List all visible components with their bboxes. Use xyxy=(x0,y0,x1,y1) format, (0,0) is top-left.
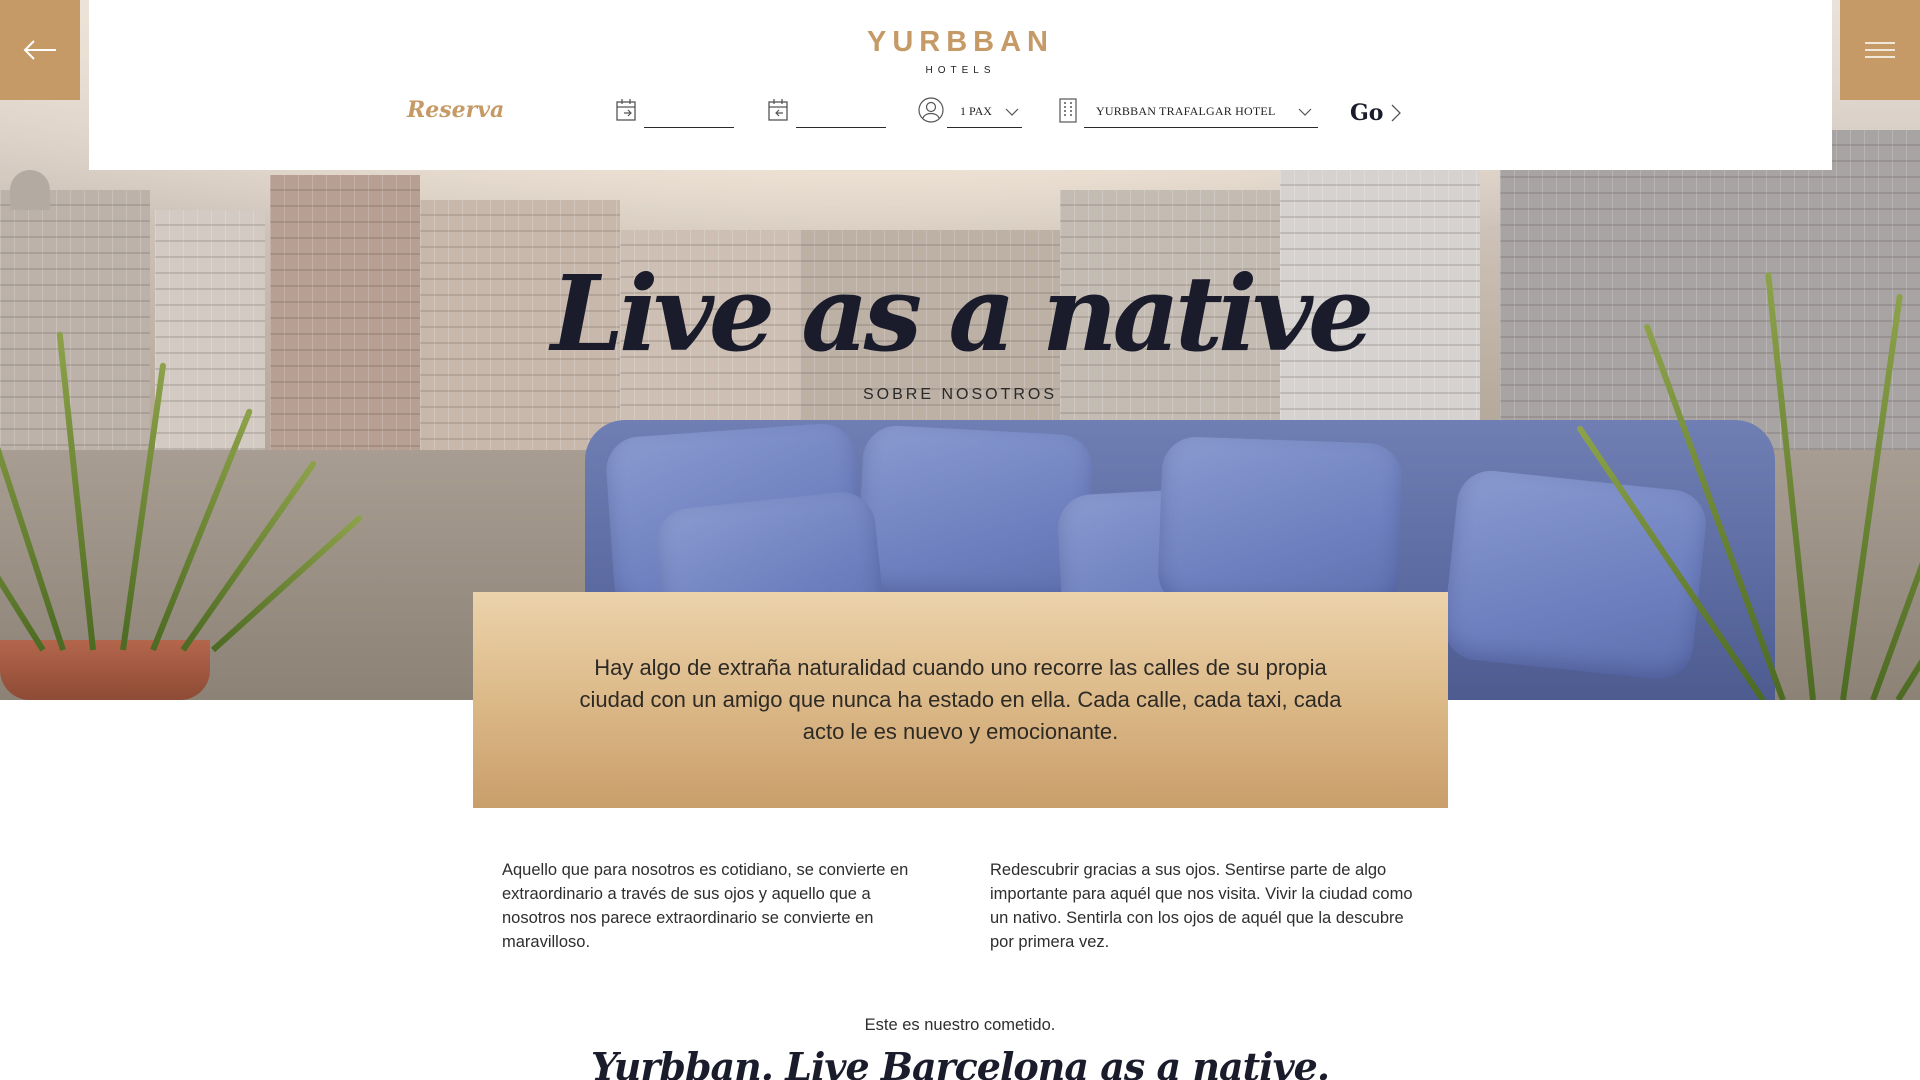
pax-value: 1 PAX xyxy=(960,104,992,118)
back-button[interactable] xyxy=(0,0,80,100)
go-button[interactable]: Go xyxy=(1350,100,1402,126)
chevron-right-icon xyxy=(1392,104,1402,122)
intro-card: Hay algo de extraña naturalidad cuando u… xyxy=(473,592,1448,808)
chevron-down-icon xyxy=(1298,108,1312,116)
mission-text: Este es nuestro cometido. xyxy=(864,1016,1056,1034)
header-panel: YURBBAN HOTELS xyxy=(89,0,1832,170)
column-left-text: Aquello que para nosotros es cotidiano, … xyxy=(502,861,909,951)
hotel-select[interactable]: YURBBAN TRAFALGAR HOTEL xyxy=(1084,98,1318,128)
user-icon xyxy=(918,97,944,123)
checkout-field[interactable] xyxy=(796,98,886,128)
hotel-value: YURBBAN TRAFALGAR HOTEL xyxy=(1096,104,1276,118)
checkin-field[interactable] xyxy=(644,98,734,128)
cushion xyxy=(1440,467,1710,683)
hamburger-menu-icon xyxy=(1865,42,1895,58)
go-label: Go xyxy=(1350,100,1384,126)
hero-subtitle: SOBRE NOSOTROS xyxy=(862,386,1058,403)
building-icon xyxy=(1059,98,1077,123)
hero-title: Live as a native xyxy=(550,252,1374,375)
chevron-down-icon xyxy=(1005,108,1019,116)
pax-select[interactable]: 1 PAX xyxy=(947,98,1022,128)
booking-label: Reserva xyxy=(407,97,505,123)
brand-name: YURBBAN xyxy=(867,26,1054,58)
calendar-checkout-icon xyxy=(768,99,788,121)
brand-logo[interactable]: YURBBAN HOTELS xyxy=(89,26,1832,76)
tagline: Yurbban. Live Barcelona as a native. xyxy=(590,1044,1330,1080)
cushion xyxy=(1157,435,1403,615)
cushion xyxy=(855,424,1095,606)
calendar-checkin-icon xyxy=(616,99,636,121)
intro-text: Hay algo de extraña naturalidad cuando u… xyxy=(579,655,1342,744)
brand-subtitle: HOTELS xyxy=(925,65,996,76)
menu-button[interactable] xyxy=(1840,0,1920,100)
column-right-text: Redescubrir gracias a sus ojos. Sentirse… xyxy=(990,861,1413,951)
dome xyxy=(10,170,50,210)
plant-left xyxy=(0,320,420,653)
arrow-left-icon xyxy=(23,40,56,60)
